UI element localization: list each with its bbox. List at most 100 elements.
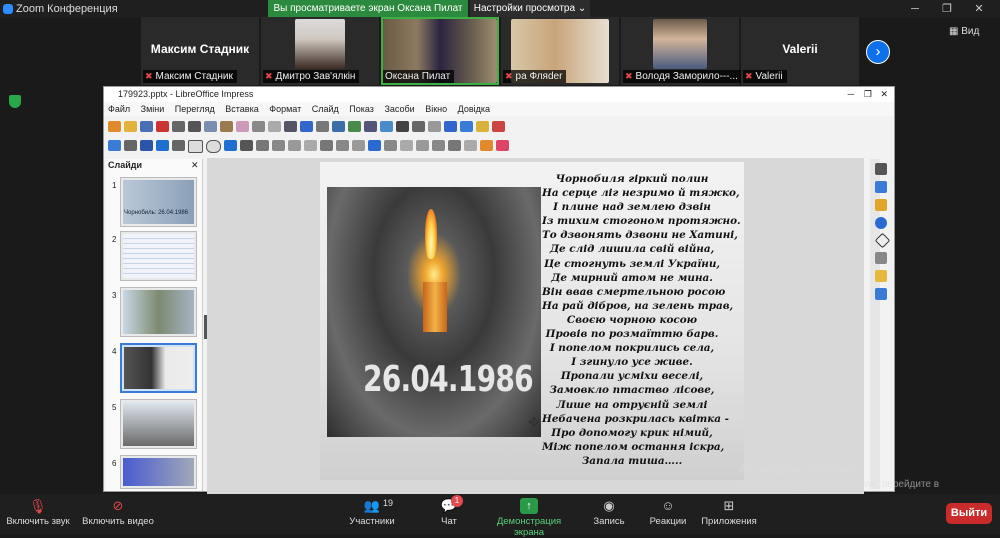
master-slides-icon[interactable] [875,199,887,211]
menu-file[interactable]: Файл [108,104,130,114]
unmute-button[interactable]: 🎙 Включить звук [4,494,72,527]
crop-icon[interactable] [448,140,461,151]
curve-icon[interactable] [240,140,253,151]
arrow-icon[interactable] [224,140,237,151]
open-icon[interactable] [124,121,137,132]
menu-edit[interactable]: Зміни [141,104,165,114]
basic-shapes-icon[interactable] [272,140,285,151]
hyperlink-icon[interactable] [460,121,473,132]
special-char-icon[interactable] [428,121,441,132]
maximize-icon[interactable]: ❐ [940,2,954,16]
textbox-icon[interactable] [412,121,425,132]
glue-icon[interactable] [496,140,509,151]
slide-thumbnail[interactable] [120,287,197,337]
rotate-icon[interactable] [384,140,397,151]
copy-icon[interactable] [204,121,217,132]
security-shield-icon[interactable] [9,95,21,108]
reactions-button[interactable]: ☺ Реакции [647,494,689,527]
styles-icon[interactable] [875,288,887,300]
table-icon[interactable] [364,121,377,132]
menu-show[interactable]: Показ [349,104,374,114]
fill-color-icon[interactable] [156,140,169,151]
share-screen-button[interactable]: ↑ Демонстрация экрана [482,494,576,538]
menu-tools[interactable]: Засоби [384,104,414,114]
filter-icon[interactable] [464,140,477,151]
menu-view[interactable]: Перегляд [175,104,215,114]
cut-icon[interactable] [188,121,201,132]
poem-textbox[interactable]: Чорнобиля гіркий полин На серце ліг незр… [542,172,741,468]
slide-thumbnail[interactable] [120,399,197,449]
undo-icon[interactable] [252,121,265,132]
line-icon[interactable] [172,140,185,151]
menu-slide[interactable]: Слайд [312,104,339,114]
leave-button[interactable]: Выйти [946,503,992,524]
close-icon[interactable]: ✕ [972,2,986,16]
align-icon[interactable] [400,140,413,151]
3d-objects-icon[interactable] [368,140,381,151]
participant-tile[interactable]: Максим Стадник ✖ Максим Стадник [141,17,259,85]
view-options-button[interactable]: Настройки просмотра ⌄ [470,0,590,17]
master-slide-icon[interactable] [348,121,361,132]
apps-button[interactable]: ⊞ Приложения [700,494,758,527]
menu-insert[interactable]: Вставка [225,104,258,114]
start-show-icon[interactable] [492,121,505,132]
minimize-icon[interactable]: ─ [848,87,854,102]
ellipse-icon[interactable] [206,140,221,153]
participant-tile[interactable]: ✖ Дмитро Зав'ялкін [261,17,379,85]
close-icon[interactable]: ✕ [880,87,888,102]
line-color-icon[interactable] [140,140,153,151]
participant-tile-active[interactable]: Оксана Пилат [381,17,499,85]
slide-thumbnail[interactable]: Чорнобиль: 26.04.1986 [120,177,197,227]
restore-icon[interactable]: ❐ [864,87,872,102]
menu-window[interactable]: Вікно [425,104,447,114]
export-pdf-icon[interactable] [156,121,169,132]
print-icon[interactable] [172,121,185,132]
participant-tile[interactable]: ✖ ра Фляder [501,17,619,85]
stars-icon[interactable] [352,140,365,151]
menu-format[interactable]: Формат [269,104,301,114]
close-panel-icon[interactable]: ✕ [191,160,199,171]
image-icon[interactable] [380,121,393,132]
display-views-icon[interactable] [332,121,345,132]
shapes-icon[interactable] [874,232,891,249]
points-icon[interactable] [480,140,493,151]
animation-icon[interactable] [875,252,887,264]
start-video-button[interactable]: ⊘ Включить видео [80,494,156,527]
connector-icon[interactable] [256,140,269,151]
find-icon[interactable] [284,121,297,132]
new-slide-icon[interactable] [476,121,489,132]
new-icon[interactable] [108,121,121,132]
spelling-icon[interactable] [300,121,313,132]
menu-help[interactable]: Довідка [458,104,490,114]
redo-icon[interactable] [268,121,281,132]
flowchart-icon[interactable] [320,140,333,151]
participant-tile[interactable]: ✖ Володя Заморило---... [621,17,742,85]
slide-thumbnail[interactable] [120,455,197,489]
arrange-icon[interactable] [416,140,429,151]
fontwork-icon[interactable] [444,121,457,132]
grid-icon[interactable] [316,121,329,132]
paste-icon[interactable] [220,121,233,132]
slide-thumbnail[interactable] [120,231,197,281]
minimize-icon[interactable]: ─ [908,2,922,16]
rectangle-icon[interactable] [188,140,203,153]
block-arrows-icon[interactable] [304,140,317,151]
clone-icon[interactable] [236,121,249,132]
participant-tile[interactable]: Valerii ✖ Valerii [741,17,859,85]
next-page-arrow-icon[interactable]: › [866,40,890,64]
callouts-icon[interactable] [336,140,349,151]
slide-thumbnail-selected[interactable] [120,343,197,393]
select-icon[interactable] [108,140,121,151]
media-icon[interactable] [396,121,409,132]
save-icon[interactable] [140,121,153,132]
shadow-icon[interactable] [432,140,445,151]
zoom-icon[interactable] [124,140,137,151]
slide-transition-icon[interactable] [875,181,887,193]
gallery-icon[interactable] [875,270,887,282]
participant-name: Максим Стадник [150,42,250,56]
record-button[interactable]: ◉ Запись [590,494,628,527]
view-button[interactable]: ▦ Вид [949,26,979,37]
navigator-icon[interactable] [875,217,887,229]
properties-icon[interactable] [875,163,887,175]
symbol-shapes-icon[interactable] [288,140,301,151]
